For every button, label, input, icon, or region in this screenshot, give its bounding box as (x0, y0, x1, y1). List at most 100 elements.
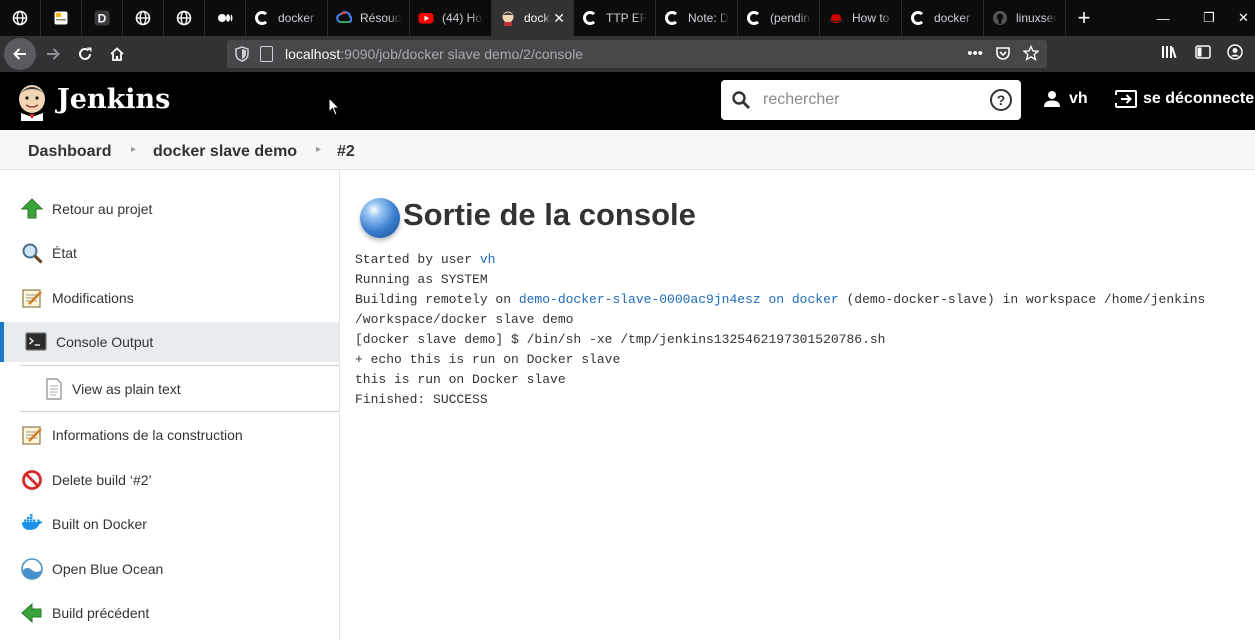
redhat-icon (828, 10, 844, 26)
reload-icon (79, 47, 92, 60)
tab-label: docker (934, 11, 971, 25)
back-button[interactable] (4, 38, 36, 70)
tab-docker-2[interactable]: docker (902, 0, 984, 36)
page-title: Sortie de la console (403, 197, 696, 232)
sidebar-icon[interactable] (1195, 44, 1211, 60)
close-icon[interactable]: ✕ (553, 10, 565, 27)
google-icon (254, 10, 270, 26)
home-icon (110, 47, 124, 61)
left-arrow-icon (21, 602, 42, 624)
pocket-icon[interactable] (995, 45, 1011, 61)
d-app-icon: D (94, 10, 110, 26)
console-line: this is run on Docker slave (355, 372, 566, 387)
task-view-plain-text[interactable]: View as plain text (0, 369, 339, 409)
divider (20, 365, 339, 366)
breadcrumb-job[interactable]: docker slave demo (153, 143, 297, 161)
page-info-icon[interactable] (260, 46, 273, 62)
help-icon[interactable]: ? (990, 89, 1012, 111)
url-host: localhost (285, 46, 341, 62)
logout-link[interactable]: se déconnecter (1115, 90, 1255, 108)
close-window-button[interactable]: ✕ (1232, 0, 1255, 36)
build-status-ball-icon (360, 198, 400, 238)
console-output: Started by user vh Running as SYSTEM Bui… (355, 250, 1245, 410)
task-label: Console Output (56, 334, 154, 350)
tab-linuxser[interactable]: linuxser (984, 0, 1066, 36)
library-icon[interactable] (1161, 44, 1179, 60)
jenkins-icon (500, 10, 516, 26)
notepad-icon (22, 289, 42, 308)
console-text: Building remotely on (355, 292, 519, 307)
console-line: Finished: SUCCESS (355, 392, 488, 407)
logout-label: se déconnecter (1143, 90, 1255, 107)
task-build-info[interactable]: Informations de la construction (0, 415, 339, 455)
tab-ttp-err[interactable]: TTP ERR (574, 0, 656, 36)
tab-how-to[interactable]: How to (820, 0, 902, 36)
tab-note[interactable]: Note: D (656, 0, 738, 36)
browser-toolbar-icons (1161, 44, 1243, 60)
google-icon (746, 10, 762, 26)
task-changes[interactable]: Modifications (0, 278, 339, 318)
shield-icon[interactable] (235, 46, 249, 62)
tab-pinned-globe-1[interactable] (0, 0, 41, 36)
bookmark-star-icon[interactable] (1023, 45, 1039, 61)
user-link[interactable]: vh (1043, 90, 1088, 108)
search-box: ? (721, 80, 1021, 120)
tab-label: Résoud (360, 11, 401, 25)
tab-label: (44) Ho (442, 11, 483, 25)
tab-pinned-globe-2[interactable] (123, 0, 164, 36)
chevron-right-icon[interactable]: ▸ (316, 144, 321, 155)
tab-youtube[interactable]: (44) Ho (410, 0, 492, 36)
close-icon: ✕ (1238, 10, 1249, 25)
task-back-to-project[interactable]: Retour au projet (0, 189, 339, 229)
url-bar[interactable]: localhost:9090/job/docker slave demo/2/c… (227, 40, 1047, 68)
search-input[interactable] (763, 89, 973, 111)
tab-pinned-notes[interactable] (41, 0, 82, 36)
new-tab-button[interactable]: + (1066, 0, 1102, 36)
console-line: + echo this is run on Docker slave (355, 352, 621, 367)
up-arrow-icon (21, 198, 43, 219)
globe-icon (176, 10, 192, 26)
reload-button[interactable] (69, 38, 101, 70)
google-icon (582, 10, 598, 26)
jenkins-logo-icon[interactable] (14, 81, 50, 121)
task-console-output[interactable]: Console Output (0, 322, 339, 362)
tab-label: dock (524, 11, 550, 25)
console-line: Building remotely on demo-docker-slave-0… (355, 290, 1245, 310)
svg-text:D: D (98, 12, 107, 26)
restore-icon: ❐ (1203, 10, 1215, 25)
task-open-blue-ocean[interactable]: Open Blue Ocean (0, 549, 339, 589)
jenkins-title[interactable]: Jenkins (57, 84, 170, 115)
account-icon[interactable] (1227, 44, 1243, 60)
task-previous-build[interactable]: Build précédent (0, 593, 339, 633)
tab-jenkins-active[interactable]: dock ✕ (492, 0, 574, 36)
tab-docker-1[interactable]: docker (246, 0, 328, 36)
restore-button[interactable]: ❐ (1186, 0, 1232, 36)
no-entry-icon (22, 470, 42, 490)
tab-pending[interactable]: (pendin (738, 0, 820, 36)
console-user-link[interactable]: vh (480, 252, 496, 267)
browser-tab-strip: D docker Résoud (44) Ho dock ✕ TTP E Not… (0, 0, 1255, 36)
task-label: Retour au projet (52, 201, 153, 217)
console-agent-link[interactable]: demo-docker-slave-0000ac9jn4esz on docke… (519, 292, 839, 307)
chevron-right-icon[interactable]: ▸ (131, 144, 136, 155)
tab-label: How to (852, 11, 890, 25)
tab-pinned-d-app[interactable]: D (82, 0, 123, 36)
forward-button[interactable] (37, 38, 69, 70)
task-status[interactable]: État (0, 233, 339, 273)
breadcrumb-dashboard[interactable]: Dashboard (28, 143, 112, 161)
tab-resoud[interactable]: Résoud (328, 0, 410, 36)
minimize-button[interactable]: — (1140, 0, 1186, 36)
user-icon (1044, 91, 1060, 107)
notes-icon (53, 10, 69, 26)
home-button[interactable] (101, 38, 133, 70)
medium-icon (217, 10, 233, 26)
tab-pinned-globe-3[interactable] (164, 0, 205, 36)
task-label: Open Blue Ocean (52, 561, 164, 577)
more-actions-icon[interactable]: ••• (967, 45, 983, 62)
breadcrumb-build[interactable]: #2 (337, 143, 355, 161)
task-built-on-docker[interactable]: Built on Docker (0, 504, 339, 544)
tab-pinned-medium[interactable] (205, 0, 246, 36)
globe-icon (135, 10, 151, 26)
task-delete-build[interactable]: Delete build ‘#2’ (0, 460, 339, 500)
url-text: localhost:9090/job/docker slave demo/2/c… (285, 46, 583, 62)
